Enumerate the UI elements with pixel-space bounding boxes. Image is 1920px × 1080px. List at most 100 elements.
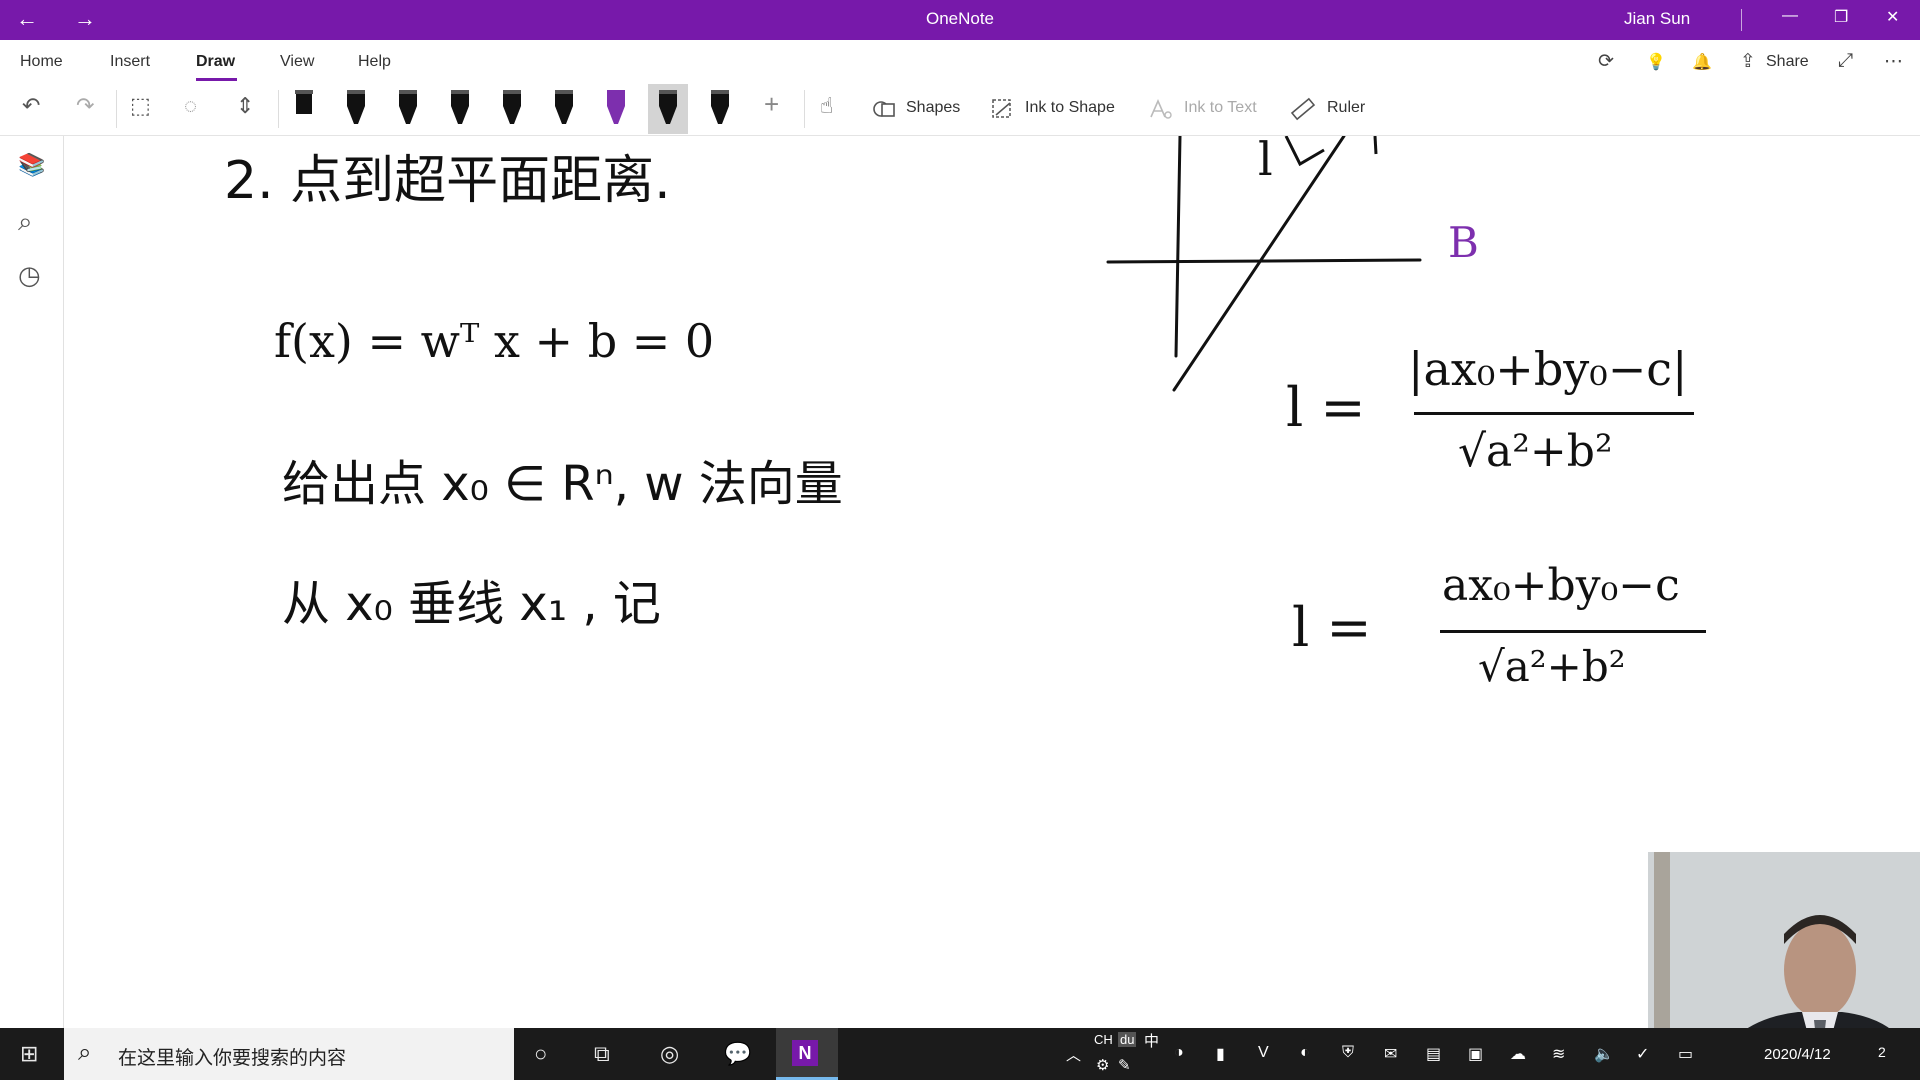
undo-icon[interactable]: ↶ (22, 93, 40, 119)
tray-icon-3[interactable]: V (1258, 1044, 1269, 1062)
search-icon[interactable]: ⌕ (18, 206, 33, 238)
ruler-icon[interactable] (1290, 97, 1316, 121)
sync-icon[interactable]: ⟳ (1598, 50, 1614, 73)
note-line-given-point: 给出点 x₀ ∈ Rⁿ, w 法向量 (282, 456, 843, 512)
tab-home[interactable]: Home (20, 53, 63, 71)
draw-toolbar: ↶ ↷ ⬚ ◌ ⇕ + ☝ Shapes Ink to Shape Ink to… (0, 82, 1920, 136)
taskbar-search-box[interactable]: ⌕ 在这里输入你要搜索的内容 (64, 1028, 514, 1080)
ink-to-text-icon[interactable] (1148, 97, 1174, 121)
toolbar-separator (278, 90, 279, 128)
tray-icon-10[interactable]: ≋ (1552, 1044, 1565, 1064)
notebooks-icon[interactable]: 📚 (18, 152, 45, 178)
app-icon[interactable]: ◎ (660, 1041, 679, 1067)
toolbar-separator (804, 90, 805, 128)
tray-icon-12[interactable]: ✓ (1636, 1044, 1649, 1064)
note-heading: 2. 点到超平面距离. (224, 151, 671, 211)
more-icon[interactable]: ⋯ (1884, 50, 1903, 73)
note-formula: f(x) = wᵀ x + b = 0 (274, 314, 715, 368)
show-hidden-icons[interactable]: ︿ (1066, 1044, 1081, 1065)
share-button[interactable]: Share (1766, 53, 1809, 71)
bell-icon[interactable]: 🔔 (1692, 52, 1712, 72)
pen-8-icon[interactable] (648, 84, 688, 134)
ribbon-tabs: Home Insert Draw View Help (0, 40, 1920, 82)
sketch-label-B: B (1448, 218, 1479, 267)
ink-to-shape-icon[interactable] (990, 97, 1016, 121)
tab-help[interactable]: Help (358, 53, 391, 71)
pen-7-icon[interactable] (596, 84, 636, 134)
tray-icon-11[interactable]: 🔈 (1594, 1044, 1614, 1064)
pen-1-icon[interactable] (284, 84, 324, 134)
close-icon[interactable]: ✕ (1886, 7, 1899, 27)
lightbulb-icon[interactable]: 💡 (1646, 52, 1666, 72)
tab-draw[interactable]: Draw (196, 53, 235, 71)
active-tab-indicator (196, 78, 237, 81)
pen-edit-icon[interactable]: ✎ (1118, 1056, 1131, 1074)
touch-draw-icon[interactable]: ☝ (820, 93, 833, 119)
user-name[interactable]: Jian Sun (1624, 9, 1690, 29)
sketch-label-l: l (1258, 132, 1273, 186)
title-bar: ← → OneNote Jian Sun — ❐ ✕ (0, 0, 1920, 40)
eq1-numerator: |ax₀+by₀−c| (1408, 342, 1688, 396)
navigation-rail: 📚 ⌕ ◷ (0, 136, 64, 1028)
ime-du-indicator[interactable]: du (1118, 1032, 1137, 1047)
pen-4-icon[interactable] (440, 84, 480, 134)
share-icon[interactable]: ⇪ (1740, 50, 1756, 73)
add-pen-icon[interactable]: + (764, 89, 779, 120)
tray-icon-8[interactable]: ▣ (1468, 1044, 1483, 1064)
windows-start-icon[interactable]: ⊞ (20, 1041, 38, 1067)
shapes-button[interactable]: Shapes (906, 99, 960, 117)
add-space-icon[interactable]: ⇕ (236, 93, 254, 119)
ruler-button[interactable]: Ruler (1327, 99, 1365, 117)
cortana-icon[interactable]: ○ (534, 1041, 547, 1067)
taskbar-date: 2020/4/12 (1764, 1046, 1831, 1063)
onenote-taskbar-button[interactable]: N (776, 1028, 838, 1080)
ime-zhong-indicator[interactable]: 中 (1144, 1030, 1159, 1051)
wechat-icon[interactable]: 💬 (724, 1041, 751, 1067)
ink-to-shape-button[interactable]: Ink to Shape (1025, 99, 1115, 117)
eraser-icon[interactable]: ◌ (184, 93, 197, 119)
toolbar-separator (116, 90, 117, 128)
eq1-fraction-bar (1414, 412, 1694, 415)
ink-to-text-button[interactable]: Ink to Text (1184, 99, 1257, 117)
tray-icon-6[interactable]: ✉ (1384, 1044, 1397, 1064)
minimize-icon[interactable]: — (1782, 7, 1798, 25)
tray-icon-4[interactable]: ◐ (1300, 1044, 1310, 1062)
pen-9-icon[interactable] (700, 84, 740, 134)
search-placeholder: 在这里输入你要搜索的内容 (118, 1048, 347, 1069)
eq2-numerator: ax₀+by₀−c (1442, 560, 1680, 611)
eq2-fraction-bar (1440, 630, 1706, 633)
tray-icon-1[interactable]: ◑ (1174, 1044, 1184, 1062)
pen-6-icon[interactable] (544, 84, 584, 134)
note-canvas[interactable]: 2. 点到超平面距离. f(x) = wᵀ x + b = 0 给出点 x₀ ∈… (64, 132, 1920, 1028)
tray-icon-13[interactable]: ▭ (1678, 1044, 1693, 1064)
pen-5-icon[interactable] (492, 84, 532, 134)
eq1-lhs: l = (1286, 376, 1366, 439)
tray-icon-2[interactable]: ▮ (1216, 1044, 1225, 1064)
shapes-icon[interactable] (872, 98, 898, 120)
eq1-denominator: √a²+b² (1458, 426, 1613, 477)
tray-icon-9[interactable]: ☁ (1510, 1044, 1526, 1064)
note-line-perpendicular: 从 x₀ 垂线 x₁ , 记 (282, 576, 661, 632)
search-icon: ⌕ (78, 1039, 92, 1066)
tab-insert[interactable]: Insert (110, 53, 150, 71)
pen-3-icon[interactable] (388, 84, 428, 134)
tray-icon-5[interactable]: ⛨ (1342, 1044, 1354, 1062)
eq2-lhs: l = (1292, 596, 1372, 659)
tray-icon-7[interactable]: ▤ (1426, 1044, 1441, 1064)
redo-icon[interactable]: ↷ (76, 93, 94, 119)
lasso-select-icon[interactable]: ⬚ (130, 93, 151, 119)
onenote-icon: N (792, 1040, 818, 1066)
task-view-icon[interactable]: ⧉ (594, 1041, 610, 1067)
restore-icon[interactable]: ❐ (1834, 7, 1848, 27)
windows-taskbar: ⊞ ⌕ 在这里输入你要搜索的内容 ○ ⧉ ◎ 💬 N ︿ CH du 中 ⚙ ✎… (0, 1028, 1920, 1080)
eq2-denominator: √a²+b² (1478, 642, 1626, 691)
title-separator (1741, 9, 1742, 31)
pen-2-icon[interactable] (336, 84, 376, 134)
settings-gear-icon[interactable]: ⚙ (1096, 1056, 1109, 1074)
onenote-window: ← → OneNote Jian Sun — ❐ ✕ Home Insert D… (0, 0, 1920, 1080)
ime-ch-indicator[interactable]: CH (1094, 1032, 1113, 1047)
recent-notes-icon[interactable]: ◷ (18, 260, 41, 291)
fullscreen-icon[interactable]: ⤢ (1838, 50, 1853, 72)
tab-view[interactable]: View (280, 53, 314, 71)
notification-count[interactable]: 2 (1878, 1044, 1886, 1060)
